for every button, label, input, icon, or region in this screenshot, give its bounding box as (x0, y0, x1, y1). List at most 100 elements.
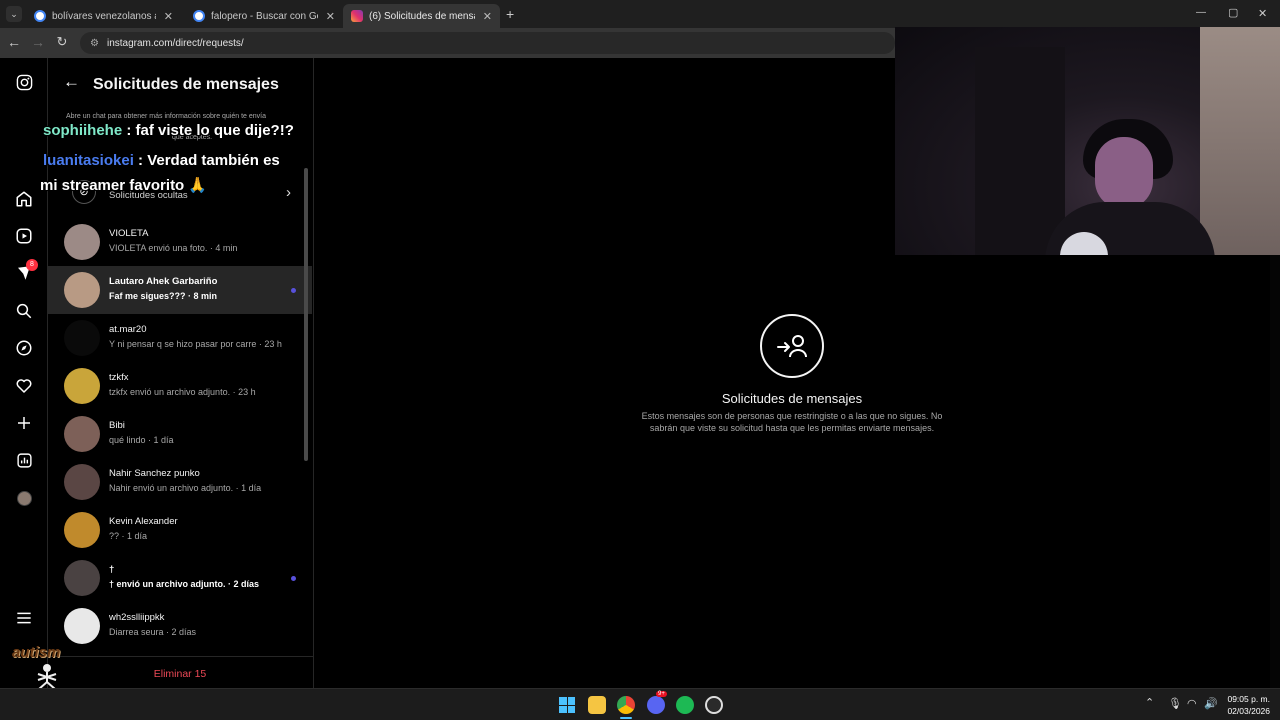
unread-dot (291, 288, 296, 293)
volume-icon[interactable]: 🔊 (1204, 697, 1218, 710)
request-row[interactable]: tzkfx tzkfx envió un archivo adjunto. · 2… (48, 362, 312, 410)
menu-icon[interactable] (14, 608, 34, 628)
chat-line-1: sophiihehe : faf viste lo que dije?!? (43, 122, 294, 139)
tab-falopero[interactable]: falopero - Buscar con Google ✕ (185, 4, 343, 28)
reels-icon[interactable] (14, 226, 34, 246)
request-preview: Nahir envió un archivo adjunto. · 1 día (109, 483, 262, 493)
info-text-line1: Abre un chat para obtener más informació… (66, 113, 267, 120)
avatar (64, 512, 100, 548)
close-tab-icon[interactable]: ✕ (164, 10, 173, 23)
request-preview: Diarrea seura · 2 días (109, 627, 197, 637)
discord-icon[interactable]: 9+ (647, 691, 667, 714)
avatar (64, 368, 100, 404)
autism-watermark: autism (12, 644, 80, 690)
dashboard-icon[interactable] (14, 450, 34, 470)
microphone-icon[interactable]: 🎙 (1168, 697, 1182, 710)
request-row[interactable]: VIOLETA VIOLETA envió una foto. · 4 min (48, 218, 312, 266)
avatar (64, 560, 100, 596)
unread-dot (291, 576, 296, 581)
clock-date[interactable]: 02/03/2026 (1222, 706, 1270, 716)
request-preview: ?? · 1 día (109, 531, 148, 541)
instagram-icon (351, 10, 363, 22)
chat-username: sophiihehe (43, 122, 123, 139)
tab-title: bolívares venezolanos a pesos a (52, 10, 156, 22)
forward-arrow-icon[interactable]: → (30, 34, 46, 50)
tab-title: (6) Solicitudes de mensajes • M (369, 10, 475, 22)
request-row[interactable]: † † envió un archivo adjunto. · 2 días (48, 554, 312, 602)
chevron-right-icon: › (286, 184, 291, 201)
avatar (64, 320, 100, 356)
clock-time[interactable]: 09:05 p. m. (1222, 694, 1270, 704)
request-name: tzkfx (109, 372, 129, 383)
back-arrow-icon[interactable]: ← (63, 72, 80, 92)
google-icon (193, 10, 205, 22)
avatar (64, 464, 100, 500)
request-preview: tzkfx envió un archivo adjunto. · 23 h (109, 387, 256, 397)
close-tab-icon[interactable]: ✕ (326, 10, 335, 23)
request-preview: VIOLETA envió una foto. · 4 min (109, 243, 238, 253)
request-preview: Y ni pensar q se hizo pasar por carre · … (109, 339, 282, 349)
panel-title: Solicitudes de mensajes (93, 76, 279, 93)
tab-instagram-requests[interactable]: (6) Solicitudes de mensajes • M ✕ (343, 4, 500, 28)
instagram-logo-icon[interactable] (14, 72, 34, 92)
panel-divider (48, 656, 313, 657)
request-name: † (109, 564, 115, 575)
request-row[interactable]: at.mar20 Y ni pensar q se hizo pasar por … (48, 314, 312, 362)
empty-state-title: Solicitudes de mensajes (721, 391, 863, 406)
chrome-icon[interactable] (617, 696, 635, 714)
request-row[interactable]: Kevin Alexander ?? · 1 día (48, 506, 312, 554)
notification-badge: 8 (26, 259, 38, 271)
home-icon[interactable] (14, 189, 34, 209)
empty-state-desc-line1: Estos mensajes son de personas que restr… (641, 411, 943, 421)
request-row[interactable]: Bibi qué lindo · 1 día (48, 410, 312, 458)
scrollbar-thumb[interactable] (304, 168, 308, 461)
request-row[interactable]: Nahir Sanchez punko Nahir envió un archiv… (48, 458, 312, 506)
request-name: Kevin Alexander (109, 516, 178, 527)
request-name: Bibi (109, 420, 125, 431)
request-name: at.mar20 (109, 324, 147, 335)
messenger-icon[interactable]: 8 (14, 259, 38, 283)
obs-icon[interactable] (705, 696, 723, 714)
address-bar[interactable]: ⚙ instagram.com/direct/requests/ (80, 32, 895, 54)
close-tab-icon[interactable]: ✕ (483, 10, 492, 23)
avatar (64, 416, 100, 452)
search-icon[interactable] (14, 301, 34, 321)
close-window-button[interactable]: ✕ (1258, 7, 1267, 20)
webcam-overlay (895, 27, 1280, 255)
tab-title: falopero - Buscar con Google (211, 10, 318, 22)
tab-bolivares[interactable]: bolívares venezolanos a pesos a ✕ (26, 4, 181, 28)
file-explorer-icon[interactable] (588, 696, 606, 714)
windows-start-icon[interactable] (559, 697, 575, 713)
url-text: instagram.com/direct/requests/ (106, 37, 244, 49)
maximize-button[interactable]: ▢ (1228, 6, 1238, 19)
skeleton-icon (37, 664, 57, 690)
chevron-up-icon[interactable]: ⌃ (1145, 696, 1154, 709)
google-icon (34, 10, 46, 22)
spotify-icon[interactable] (676, 696, 694, 714)
explore-icon[interactable] (14, 338, 34, 358)
profile-avatar[interactable] (14, 488, 34, 508)
instagram-nav-rail: 8 (0, 58, 48, 688)
request-preview: qué lindo · 1 día (109, 435, 174, 445)
request-preview: † envió un archivo adjunto. · 2 días (109, 579, 260, 589)
heart-icon[interactable] (14, 376, 34, 396)
chat-message: : faf viste lo que dije?!? (122, 122, 294, 139)
site-info-icon[interactable]: ⚙ (90, 38, 99, 49)
tab-search-button[interactable]: ⌄ (6, 6, 22, 22)
chrome-active-indicator (620, 717, 632, 719)
request-name: wh2sslliippkk (109, 612, 165, 623)
door-frame (975, 47, 1065, 255)
request-preview: Faf me sigues??? · 8 min (109, 291, 218, 301)
minimize-button[interactable]: — (1196, 7, 1206, 18)
window-light (1200, 27, 1280, 255)
back-arrow-icon[interactable]: ← (6, 34, 22, 50)
request-row[interactable]: wh2sslliippkk Diarrea seura · 2 días (48, 602, 312, 650)
new-tab-button[interactable]: + (506, 6, 514, 22)
delete-all-button[interactable]: Eliminar 15 (48, 668, 312, 680)
watermark-text: autism (12, 644, 61, 661)
chat-line-3: mi streamer favorito 🙏 (40, 177, 208, 194)
wifi-icon[interactable]: ◠ (1187, 697, 1197, 710)
reload-icon[interactable]: ↻ (54, 34, 70, 50)
create-plus-icon[interactable] (14, 413, 34, 433)
request-row[interactable]: Lautaro Ahek Garbariño Faf me sigues??? ·… (48, 266, 312, 314)
